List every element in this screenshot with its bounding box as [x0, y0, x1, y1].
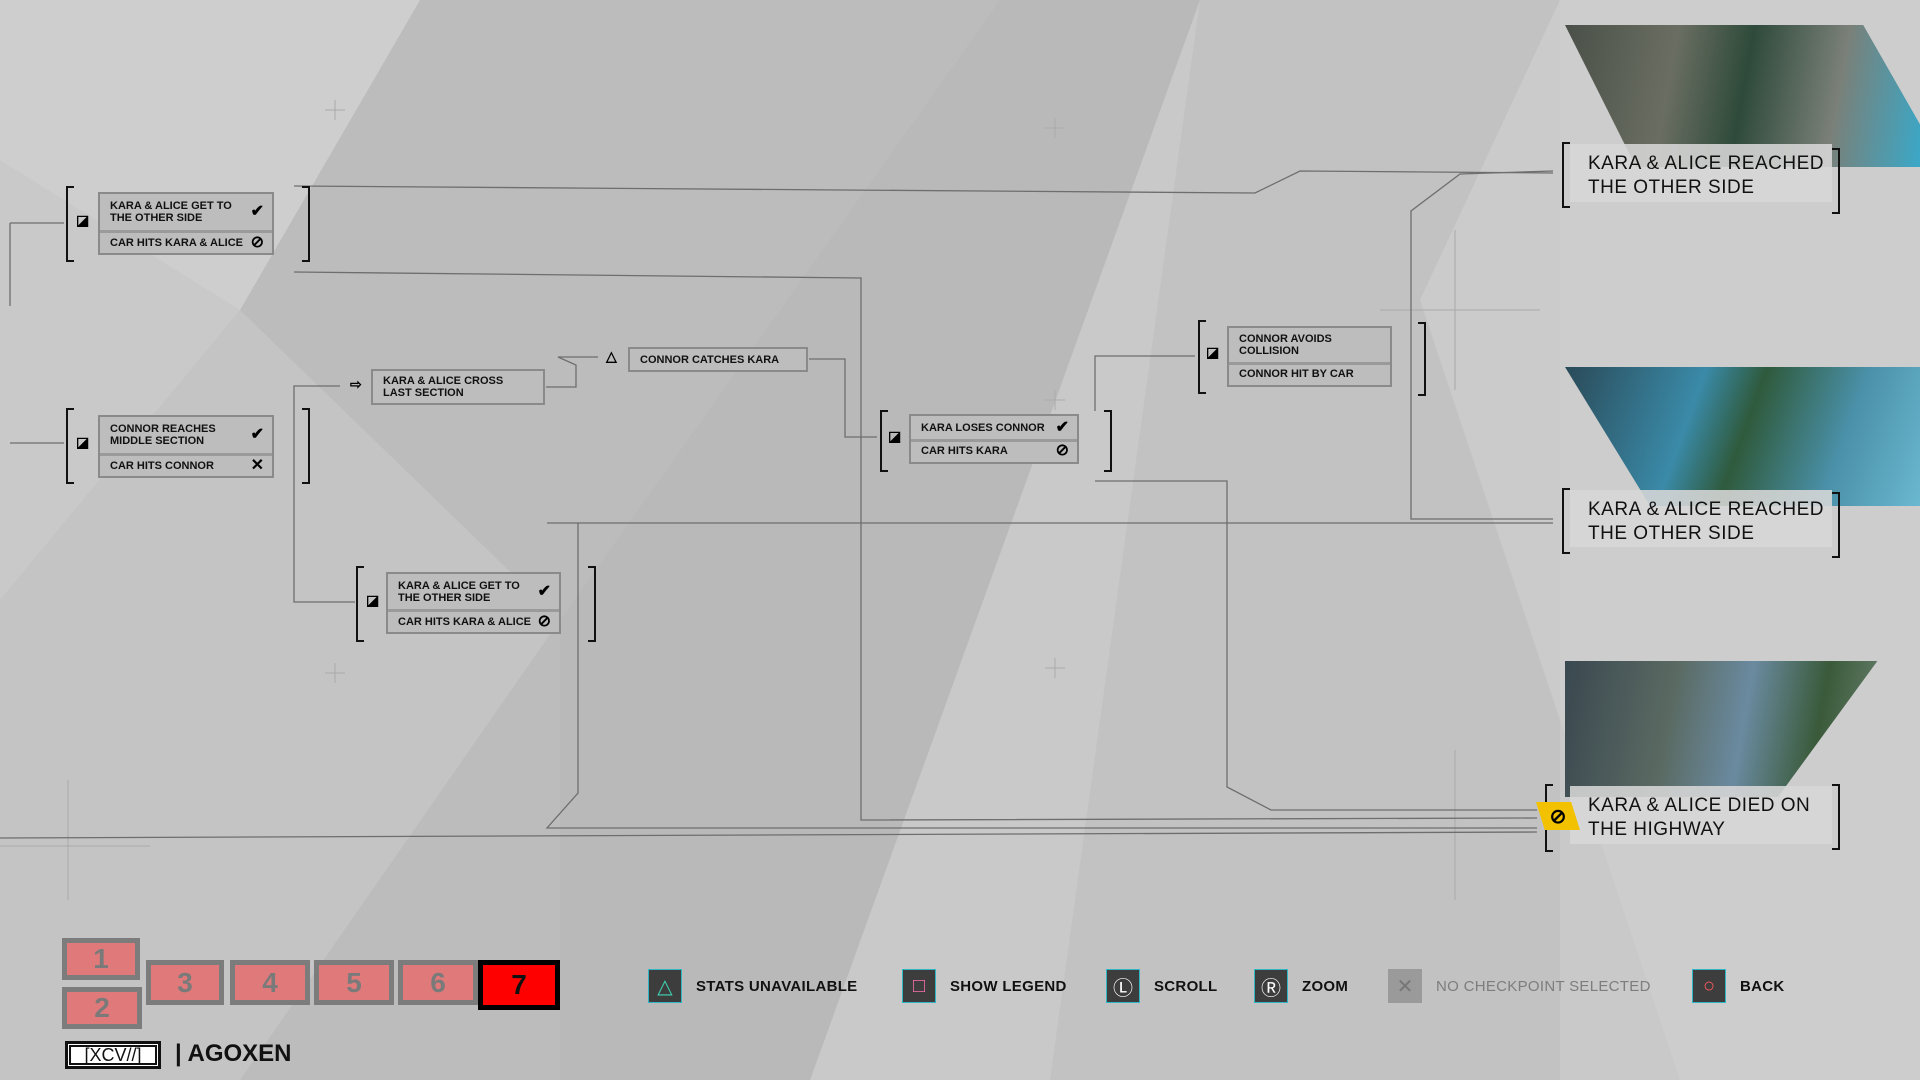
option[interactable]: CAR HITS CONNOR ✕ — [100, 453, 272, 476]
option[interactable]: CAR HITS KARA ⊘ — [911, 439, 1077, 460]
bracket — [880, 410, 888, 472]
bracket — [1198, 320, 1206, 394]
check-icon: ✔ — [250, 426, 264, 443]
option[interactable]: CAR HITS KARA & ALICE ⊘ — [100, 230, 272, 253]
bracket — [66, 408, 74, 484]
check-icon: ✔ — [537, 582, 551, 600]
bracket — [1832, 492, 1840, 558]
chapter-2[interactable]: 2 — [62, 987, 142, 1029]
bracket — [1832, 784, 1840, 850]
scroll-button[interactable]: Ⓛ SCROLL — [1106, 969, 1217, 1003]
left-stick-icon: Ⓛ — [1106, 969, 1140, 1003]
brand-name: | AGOXEN — [175, 1040, 292, 1067]
square-icon: □ — [902, 969, 936, 1003]
circle-icon: ○ — [1692, 969, 1726, 1003]
back-button[interactable]: ○ BACK — [1692, 969, 1785, 1003]
cross-icon: ✕ — [250, 457, 264, 474]
choice-icon: ◪ — [76, 434, 90, 450]
bracket — [66, 186, 74, 262]
check-icon: ✔ — [1055, 418, 1069, 436]
bracket — [1104, 410, 1112, 472]
choice-icon: ◪ — [366, 592, 380, 608]
chapter-5[interactable]: 5 — [314, 960, 394, 1005]
chapter-7[interactable]: 7 — [478, 960, 560, 1010]
chapter-3[interactable]: 3 — [146, 960, 224, 1005]
bracket — [356, 566, 364, 642]
ending-title: KARA & ALICE REACHED THE OTHER SIDE — [1570, 490, 1832, 547]
option[interactable]: KARA LOSES CONNOR ✔ — [911, 416, 1077, 439]
prohibited-icon: ⊘ — [1055, 442, 1069, 459]
bracket — [1562, 488, 1570, 554]
right-stick-icon: Ⓡ — [1254, 969, 1288, 1003]
choice-icon: ◪ — [1206, 344, 1220, 360]
triangle-icon: △ — [606, 348, 617, 364]
chapter-4[interactable]: 4 — [230, 960, 310, 1005]
bracket — [302, 186, 310, 262]
cross-icon: ✕ — [1388, 969, 1422, 1003]
option[interactable]: CONNOR AVOIDS COLLISION — [1229, 328, 1390, 362]
bracket — [1418, 322, 1426, 396]
arrow-right-icon: ⇨ — [350, 376, 362, 392]
check-icon: ✔ — [250, 203, 264, 220]
checkpoint-button[interactable]: ✕ NO CHECKPOINT SELECTED — [1388, 969, 1651, 1003]
choice-icon: ◪ — [76, 212, 90, 228]
show-legend-button[interactable]: □ SHOW LEGEND — [902, 969, 1067, 1003]
option[interactable]: CONNOR REACHES MIDDLE SECTION ✔ — [100, 417, 272, 453]
brand-tag: [XCV//] — [65, 1041, 161, 1069]
ending-title: KARA & ALICE REACHED THE OTHER SIDE — [1570, 144, 1832, 202]
prohibited-icon: ⊘ — [250, 234, 264, 251]
option[interactable]: KARA & ALICE GET TO THE OTHER SIDE ✔ — [100, 194, 272, 230]
triangle-icon: △ — [648, 969, 682, 1003]
choice-icon: ◪ — [888, 428, 902, 444]
bracket — [1562, 142, 1570, 208]
option[interactable]: CAR HITS KARA & ALICE ⊘ — [388, 609, 559, 632]
zoom-button[interactable]: Ⓡ ZOOM — [1254, 969, 1348, 1003]
stats-button[interactable]: △ STATS UNAVAILABLE — [648, 969, 857, 1003]
ending-title: KARA & ALICE DIED ON THE HIGHWAY — [1570, 786, 1832, 844]
chapter-6[interactable]: 6 — [398, 960, 478, 1005]
prohibited-icon: ⊘ — [537, 613, 551, 630]
chapter-1[interactable]: 1 — [62, 938, 140, 980]
bracket — [588, 566, 596, 642]
bracket — [1832, 148, 1840, 214]
option[interactable]: KARA & ALICE GET TO THE OTHER SIDE ✔ — [388, 574, 559, 609]
bracket — [302, 408, 310, 484]
option[interactable]: CONNOR HIT BY CAR — [1229, 362, 1390, 383]
